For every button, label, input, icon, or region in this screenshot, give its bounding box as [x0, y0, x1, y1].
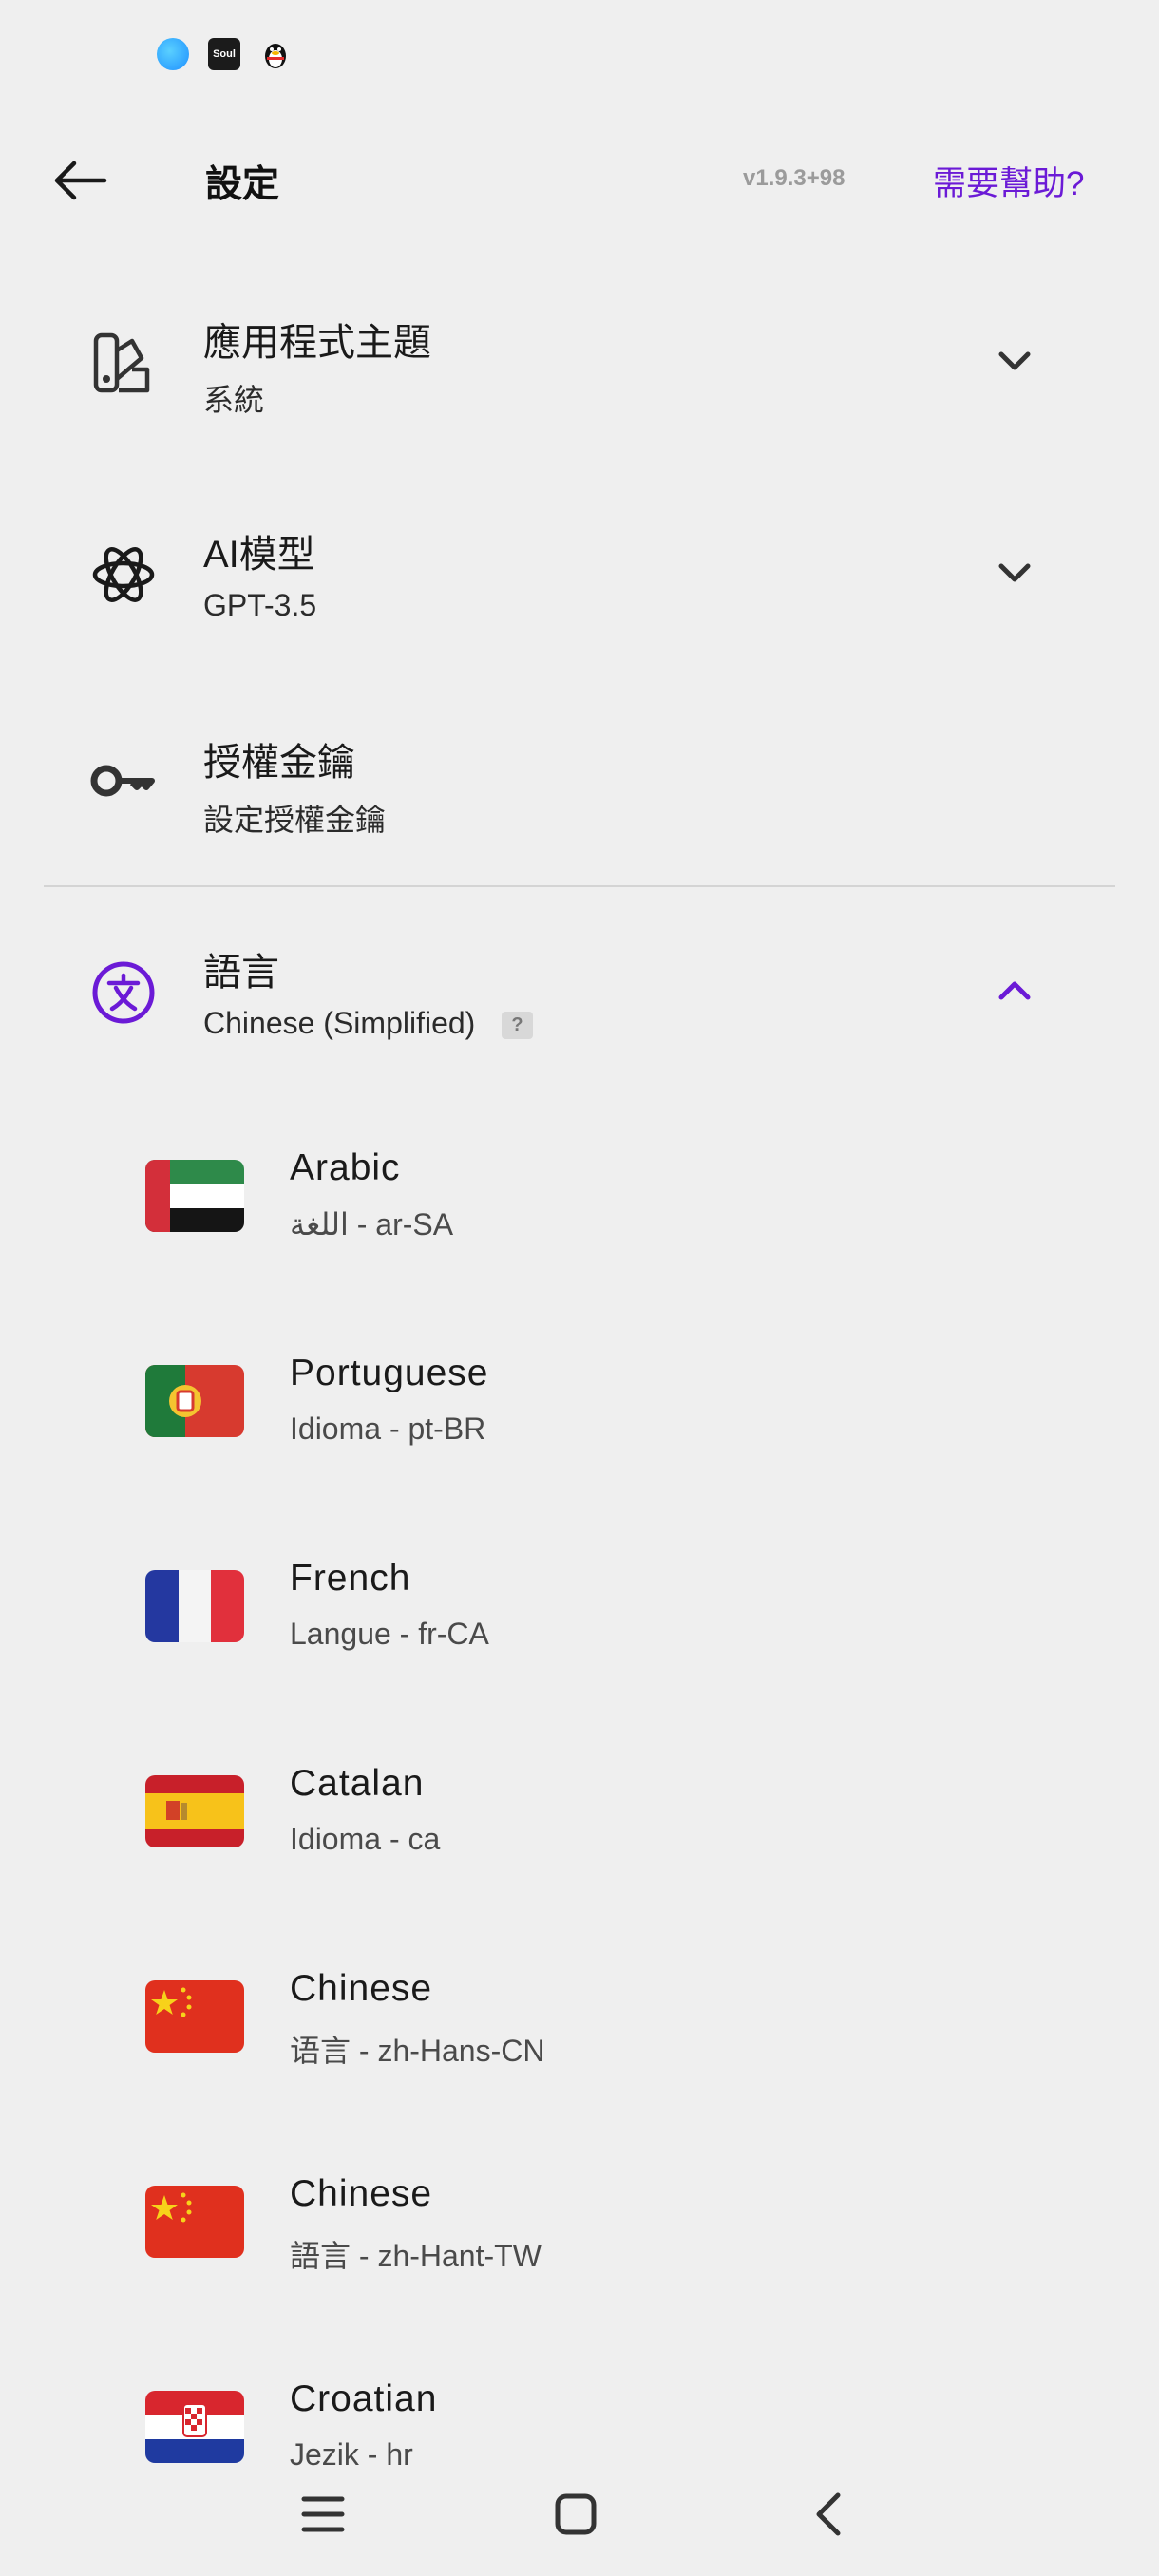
flag-spain-icon [145, 1775, 244, 1847]
language-code: Idioma - pt-BR [290, 1411, 486, 1446]
setting-value: 設定授權金鑰 [203, 803, 387, 837]
flag-china-icon [145, 1980, 244, 2053]
setting-row-ai-model[interactable]: AI模型 GPT-3.5 [0, 489, 1159, 660]
flag-france-icon [145, 1570, 244, 1642]
arrow-left-icon [54, 161, 107, 200]
language-code: 語言 - zh-Hant-TW [290, 2239, 542, 2273]
help-link[interactable]: 需要幫助? [933, 157, 1084, 205]
chevron-down-icon [988, 342, 1041, 380]
language-option[interactable]: Arabic اللغة - ar-SA [0, 1102, 1159, 1292]
language-option[interactable]: French Langue - fr-CA [0, 1512, 1159, 1702]
selected-language: Chinese (Simplified) [203, 1006, 476, 1040]
language-name: Arabic [290, 1147, 401, 1188]
key-icon [86, 743, 162, 819]
setting-row-theme[interactable]: 應用程式主題 系統 [0, 277, 1159, 448]
language-code: Langue - fr-CA [290, 1617, 489, 1651]
setting-value: 系統 [203, 383, 265, 417]
menu-lines-icon [301, 2496, 345, 2532]
language-code: 语言 - zh-Hans-CN [290, 2034, 545, 2068]
qq-penguin-icon [259, 38, 292, 70]
setting-row-language[interactable]: 語言 Chinese (Simplified)? [0, 907, 1159, 1078]
flag-portugal-icon [145, 1365, 244, 1437]
language-code: اللغة - ar-SA [290, 1207, 454, 1241]
section-divider [44, 885, 1115, 887]
version-label: v1.9.3+98 [743, 165, 846, 191]
system-back-button[interactable] [790, 2481, 866, 2548]
language-code: Idioma - ca [290, 1822, 441, 1856]
chevron-up-icon [988, 972, 1041, 1010]
language-name: Croatian [290, 2378, 438, 2419]
flag-croatia-icon [145, 2391, 244, 2463]
setting-title: AI模型 [203, 534, 315, 576]
page-title: 設定 [205, 164, 280, 205]
setting-title: 語言 [203, 952, 279, 994]
app-icon-blue [157, 38, 189, 70]
language-option[interactable]: Chinese 語言 - zh-Hant-TW [0, 2128, 1159, 2318]
translate-icon [86, 955, 162, 1031]
language-name: Catalan [290, 1763, 425, 1804]
back-button[interactable] [46, 152, 114, 209]
flag-china-icon [145, 2186, 244, 2258]
chevron-left-icon [816, 2492, 841, 2536]
openai-logo-icon [86, 537, 162, 613]
status-bar-icons: Soul [157, 38, 292, 70]
flag-uae-icon [145, 1160, 244, 1232]
system-nav-bar [0, 2462, 1159, 2557]
setting-title: 應用程式主題 [203, 322, 431, 364]
chevron-down-icon [988, 554, 1041, 592]
home-button[interactable] [538, 2481, 614, 2548]
language-name: French [290, 1558, 411, 1599]
soul-app-label: Soul [213, 48, 236, 60]
language-info-badge[interactable]: ? [502, 1012, 533, 1040]
language-option[interactable]: Chinese 语言 - zh-Hans-CN [0, 1923, 1159, 2112]
palette-swatch-icon [86, 325, 162, 401]
language-option[interactable]: Catalan Idioma - ca [0, 1717, 1159, 1907]
language-name: Chinese [290, 2173, 433, 2214]
language-name: Portuguese [290, 1353, 489, 1393]
square-home-icon [555, 2493, 597, 2535]
setting-title: 授權金鑰 [203, 742, 355, 784]
setting-row-api-key[interactable]: 授權金鑰 設定授權金鑰 [0, 695, 1159, 866]
recent-apps-button[interactable] [285, 2481, 361, 2548]
language-option[interactable]: Portuguese Idioma - pt-BR [0, 1307, 1159, 1497]
setting-value: Chinese (Simplified)? [203, 1006, 533, 1041]
language-name: Chinese [290, 1968, 433, 2009]
setting-value: GPT-3.5 [203, 588, 317, 622]
soul-app-icon: Soul [208, 38, 240, 70]
